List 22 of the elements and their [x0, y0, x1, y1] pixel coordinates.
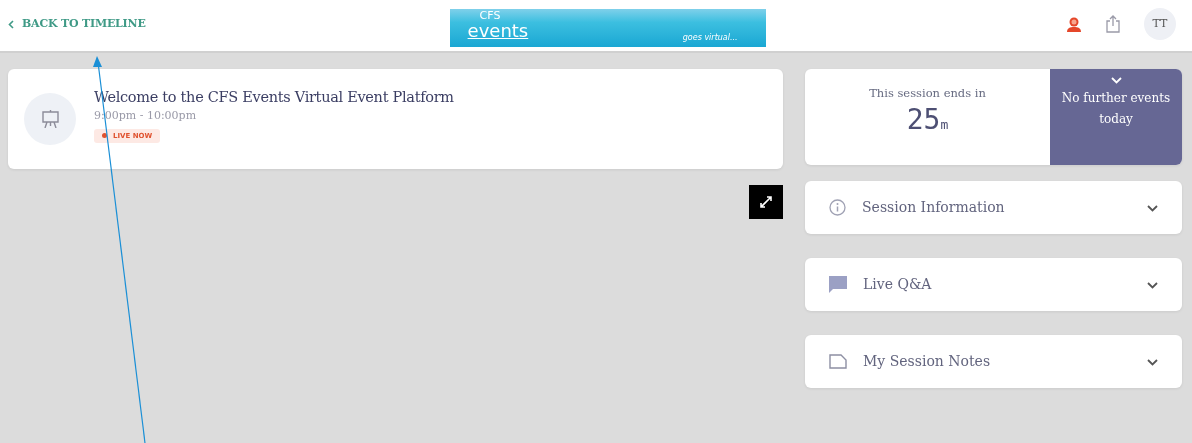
fullscreen-button[interactable]: [749, 185, 783, 219]
back-chevron-icon: [8, 19, 14, 29]
accordion-header[interactable]: My Session Notes: [805, 335, 1182, 388]
chevron-icon: [1147, 358, 1158, 366]
user-avatar[interactable]: TT: [1144, 8, 1176, 40]
share-icon[interactable]: [1106, 15, 1120, 33]
presenter-icon[interactable]: [1066, 16, 1082, 32]
expand-icon: [760, 196, 772, 208]
accordion-header[interactable]: Session Information: [805, 181, 1182, 234]
logo: CFS events goes virtual...: [449, 9, 766, 47]
countdown-value: 25 m: [906, 106, 949, 135]
easel-icon: [41, 110, 59, 128]
next-event-panel[interactable]: No further events today: [1050, 69, 1182, 165]
back-link[interactable]: BACK TO TIMELINE: [8, 16, 146, 33]
info-icon: [829, 199, 846, 216]
chat-icon: [829, 276, 847, 293]
accordion-header[interactable]: Live Q&A: [805, 258, 1182, 311]
chevron-icon: [1147, 204, 1158, 212]
note-icon: [829, 354, 847, 369]
chevron-icon: [1110, 77, 1122, 84]
chevron-icon: [1147, 281, 1158, 289]
countdown-label: This session ends in: [869, 85, 986, 102]
